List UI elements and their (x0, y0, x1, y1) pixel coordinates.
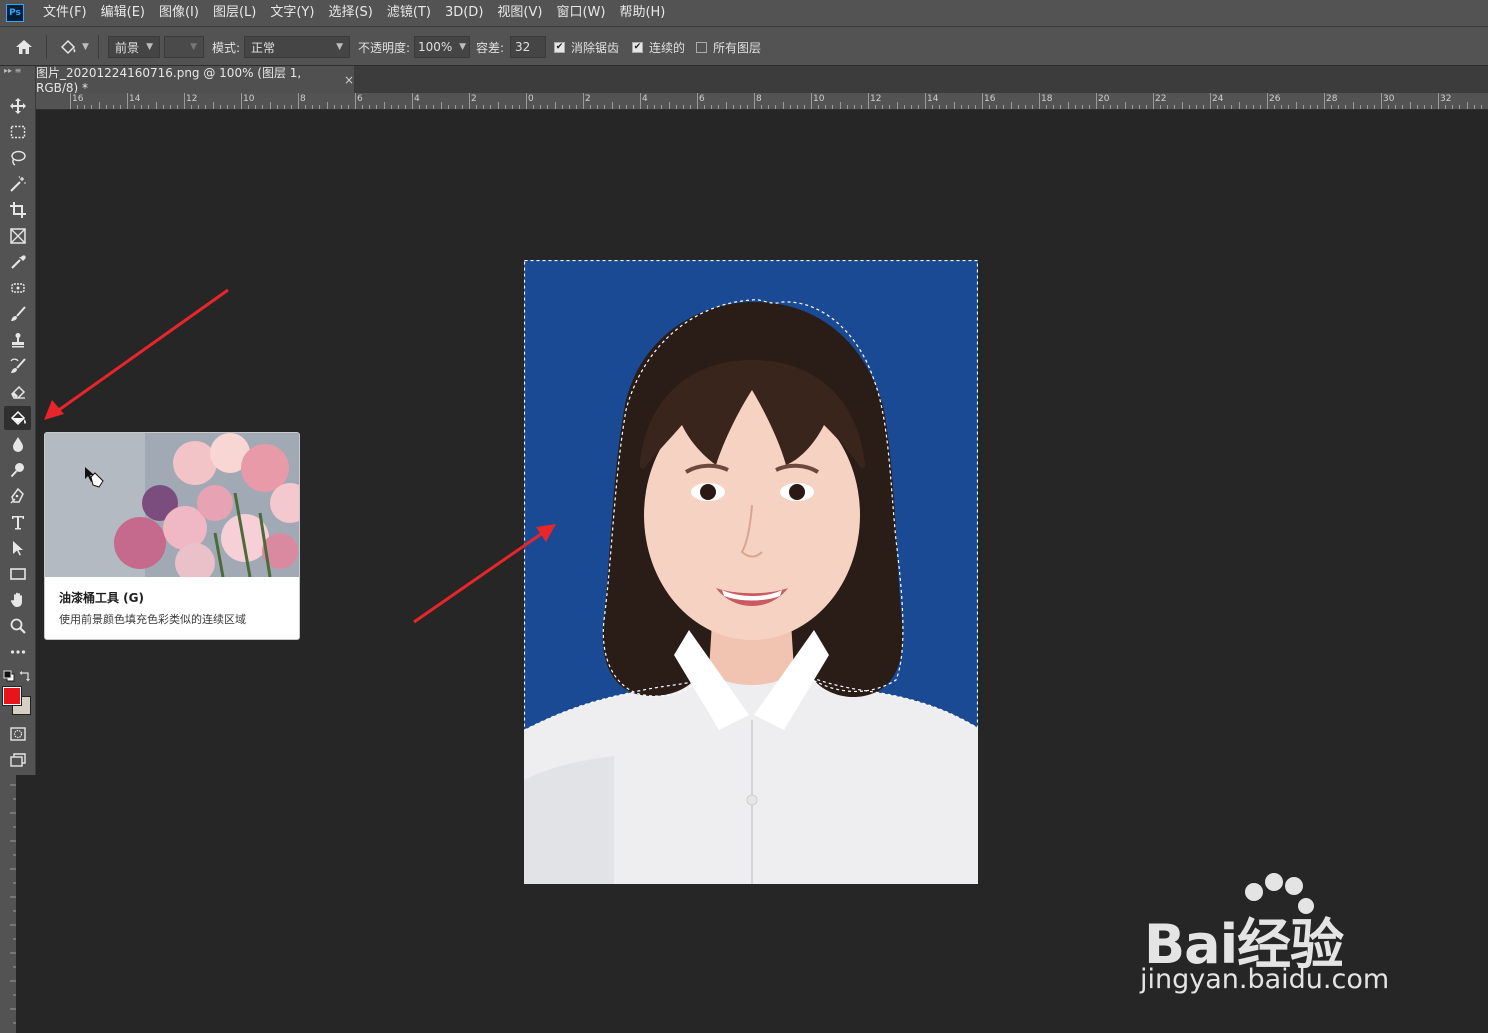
tooltip-description: 使用前景颜色填充色彩类似的连续区域 (59, 613, 246, 626)
red-arrow-toolbar (55, 288, 229, 414)
red-arrow-canvas (413, 530, 545, 624)
tool-tooltip: 油漆桶工具 (G) 使用前景颜色填充色彩类似的连续区域 (44, 432, 300, 640)
tooltip-preview-image (45, 433, 299, 583)
baidu-jingyan-watermark: Bai经验 jingyan.baidu.com (1140, 872, 1410, 1002)
tooltip-title: 油漆桶工具 (G) (59, 591, 144, 605)
watermark-url: jingyan.baidu.com (1140, 964, 1390, 995)
